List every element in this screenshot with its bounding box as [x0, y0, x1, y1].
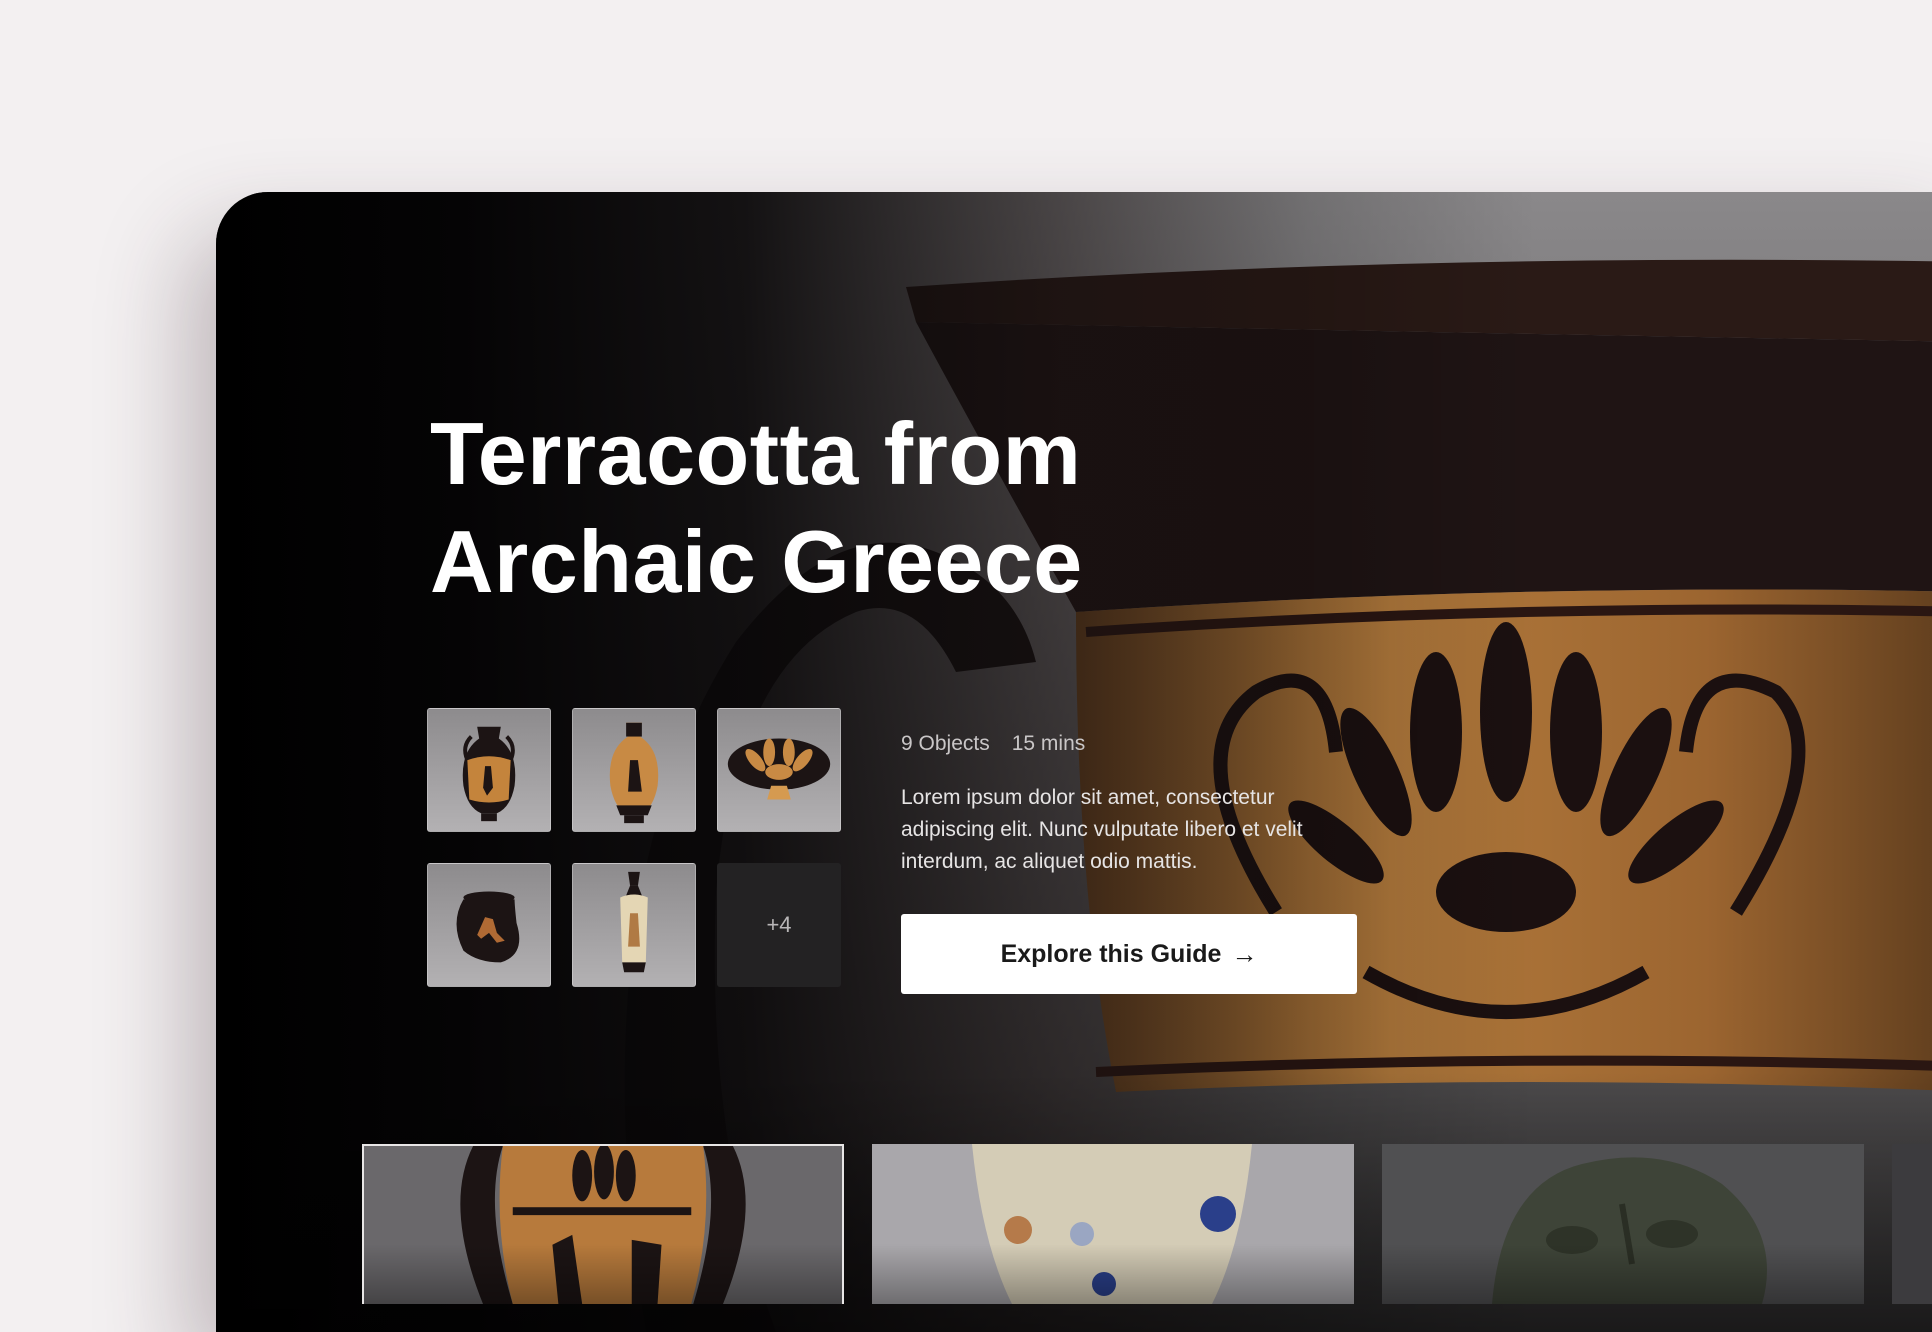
pot-image	[456, 891, 520, 963]
object-count: 9 Objects	[901, 732, 990, 755]
thumbnail-panathenaic-amphora[interactable]	[572, 708, 696, 832]
carousel-card-glass-vessel[interactable]	[872, 1144, 1354, 1304]
thumbnail-red-figure-pot[interactable]	[427, 863, 551, 987]
object-thumbnail-grid: +4	[427, 708, 841, 987]
guide-title-line-1: Terracotta from	[430, 404, 1082, 503]
arrow-right-icon: →	[1231, 938, 1258, 969]
guide-duration: 15 mins	[1011, 732, 1086, 755]
thumbnail-kylix-cup[interactable]	[717, 708, 841, 832]
more-objects-count: +4	[766, 912, 792, 937]
carousel-card-partial[interactable]	[1892, 1144, 1932, 1304]
more-objects-tile[interactable]: +4	[717, 863, 841, 987]
thumbnail-white-ground-lekythos[interactable]	[572, 863, 696, 987]
carousel-card-stone-head[interactable]	[1382, 1144, 1864, 1304]
amphora-image	[462, 726, 516, 822]
kylix-image	[727, 738, 831, 800]
explore-guide-label: Explore this Guide	[1000, 939, 1222, 968]
carousel-card-amphora[interactable]	[362, 1144, 844, 1304]
guide-title: Terracotta from Archaic Greece	[430, 400, 1190, 616]
amphora-image	[609, 722, 659, 824]
guide-description: Lorem ipsum dolor sit amet, consectetur …	[901, 786, 1303, 873]
guide-hero-card: Terracotta from Archaic Greece +4 9 Obje…	[216, 192, 1932, 1332]
explore-guide-button[interactable]: Explore this Guide →	[901, 914, 1357, 994]
thumbnail-black-figure-amphora[interactable]	[427, 708, 551, 832]
guide-meta: 9 Objects 15 mins	[901, 732, 1085, 756]
guide-carousel	[362, 1144, 1932, 1304]
lekythos-image	[620, 871, 648, 973]
guide-title-line-2: Archaic Greece	[430, 512, 1083, 611]
